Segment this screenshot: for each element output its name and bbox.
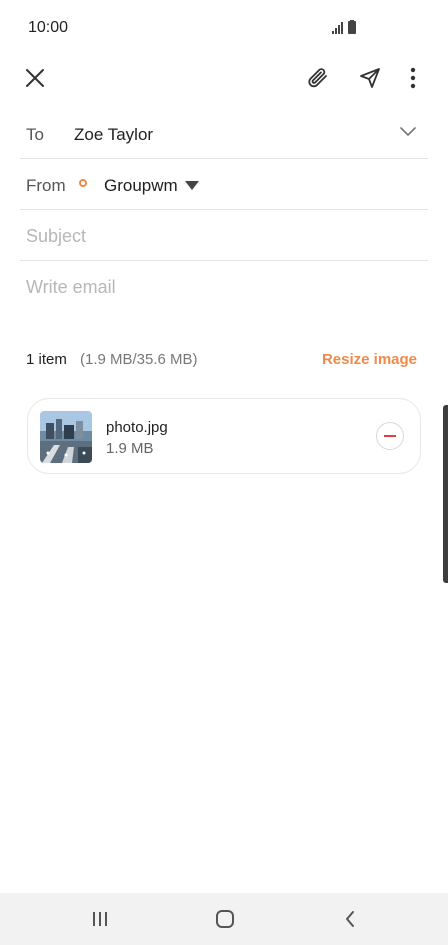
email-body-input[interactable]: Write email (26, 277, 116, 298)
remove-attachment-button[interactable] (376, 422, 404, 450)
attachment-size-info: (1.9 MB/35.6 MB) (80, 351, 198, 368)
close-button[interactable] (19, 62, 51, 94)
subject-field[interactable]: Subject (20, 210, 428, 261)
from-account[interactable]: Groupwm (104, 176, 178, 196)
to-label: To (26, 125, 44, 144)
status-time: 10:00 (28, 19, 69, 36)
compose-toolbar (0, 56, 448, 100)
attachment-file-name: photo.jpg (106, 419, 168, 436)
chevron-down-icon[interactable] (400, 127, 416, 137)
to-field-row[interactable]: To Zoe Taylor (20, 108, 428, 159)
back-button[interactable] (330, 905, 370, 933)
home-icon (216, 910, 234, 928)
recent-apps-icon (93, 912, 107, 926)
status-bar: 10:00 (0, 0, 448, 56)
send-icon (360, 68, 380, 88)
back-icon (346, 911, 354, 927)
resize-image-button[interactable]: Resize image (322, 351, 417, 368)
status-icons (330, 20, 360, 36)
home-button[interactable] (205, 905, 245, 933)
from-label: From (26, 176, 66, 195)
photo-thumbnail (40, 411, 92, 463)
more-vertical-icon (410, 67, 416, 89)
more-options-button[interactable] (397, 62, 429, 94)
account-color-dot-icon (79, 179, 87, 187)
attachment-file-size: 1.9 MB (106, 440, 154, 457)
attachment-count: 1 item (26, 351, 67, 368)
close-icon (26, 69, 44, 87)
signal-icon (332, 20, 356, 34)
navigation-bar (0, 893, 448, 945)
subject-placeholder: Subject (26, 226, 87, 246)
account-dropdown-icon[interactable] (185, 181, 199, 190)
send-button[interactable] (354, 62, 386, 94)
attach-icon (308, 68, 327, 88)
recent-apps-button[interactable] (80, 905, 120, 933)
battery-icon (348, 20, 356, 34)
from-field-row[interactable]: From Groupwm (20, 159, 428, 210)
attach-button[interactable] (302, 62, 334, 94)
email-compose-screen: 10:00 To Zoe Taylor From Groupwm Subject… (0, 0, 448, 945)
attachment-item[interactable]: photo.jpg 1.9 MB (27, 398, 421, 474)
to-recipient[interactable]: Zoe Taylor (74, 125, 153, 145)
scrollbar[interactable] (443, 405, 448, 583)
